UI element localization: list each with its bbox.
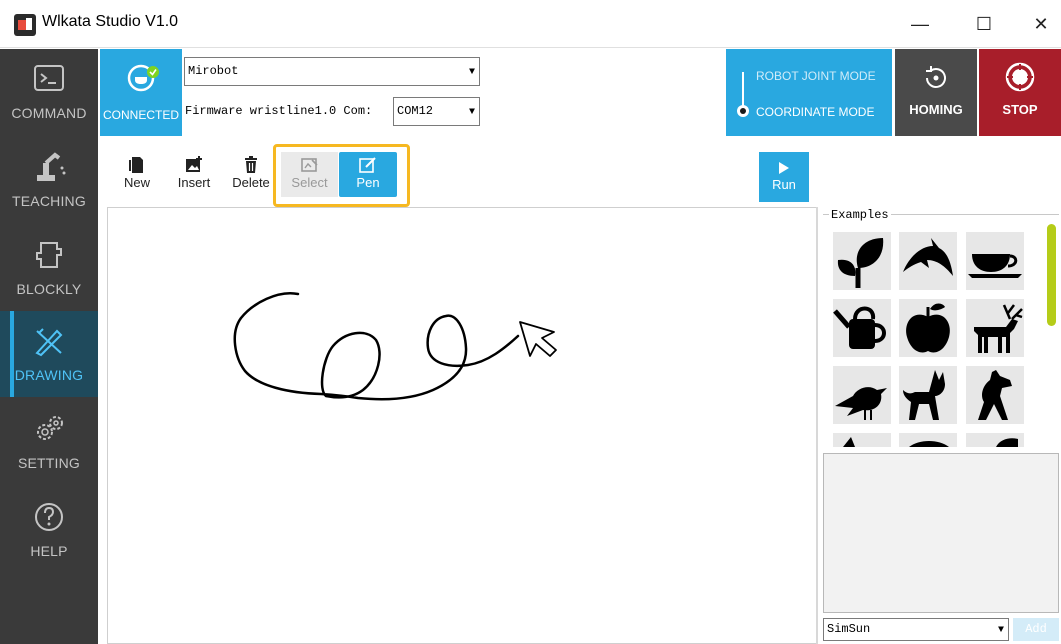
chevron-down-icon: ▼: [468, 107, 475, 118]
example-watering-can[interactable]: [833, 299, 891, 357]
robot-arm-icon: [37, 152, 66, 181]
example-leaf[interactable]: [833, 232, 891, 290]
example-cat[interactable]: [899, 366, 957, 424]
examples-scrollbar-thumb[interactable]: [1047, 224, 1056, 326]
example-teacup[interactable]: [966, 232, 1024, 290]
connect-button[interactable]: CONNECTED: [100, 49, 182, 136]
sidebar-item-drawing[interactable]: DRAWING: [0, 311, 98, 397]
sidebar: COMMAND TEACHING BLOCKLY DRAWING SETTING…: [0, 49, 98, 644]
insert-label: Insert: [177, 175, 211, 190]
dog-icon: [978, 370, 1012, 420]
plug-connected-icon: [127, 64, 159, 92]
sidebar-item-blockly[interactable]: BLOCKLY: [0, 225, 98, 311]
font-select-value: SimSun: [827, 622, 871, 636]
close-button[interactable]: ✕: [1021, 10, 1061, 38]
example-dog[interactable]: [966, 366, 1024, 424]
help-icon: [35, 503, 63, 531]
gears-icon: [37, 416, 63, 440]
chevron-down-icon: ▼: [997, 625, 1004, 636]
sidebar-label-teaching: TEACHING: [12, 193, 86, 209]
example-bird[interactable]: [833, 366, 891, 424]
run-label: Run: [772, 177, 796, 192]
partial-shape-icon: [996, 438, 1018, 447]
example-partial-3[interactable]: [966, 433, 1024, 447]
new-button[interactable]: New: [114, 156, 160, 196]
panel-divider[interactable]: [816, 207, 818, 644]
examples-title: Examples: [829, 208, 891, 222]
com-port-value: COM12: [397, 104, 434, 118]
preview-panel: [823, 453, 1059, 613]
maximize-button[interactable]: ☐: [964, 10, 1004, 38]
trash-icon: [245, 156, 257, 173]
title-bar: Wlkata Studio V1.0 — ☐ ✕: [0, 0, 1061, 48]
homing-button[interactable]: HOMING: [895, 49, 977, 136]
app-logo-icon: [14, 14, 36, 36]
mode-switch[interactable]: ROBOT JOINT MODE COORDINATE MODE: [726, 49, 892, 136]
add-button[interactable]: Add: [1013, 618, 1059, 641]
delete-button[interactable]: Delete: [228, 156, 274, 196]
sidebar-label-setting: SETTING: [17, 455, 81, 471]
tool-highlight-frame: [273, 144, 410, 207]
sidebar-label-help: HELP: [30, 543, 68, 559]
play-icon: [779, 162, 789, 174]
insert-button[interactable]: Insert: [171, 156, 217, 196]
mode-switch-track: [742, 72, 744, 108]
partial-shape-icon: [909, 441, 949, 447]
new-label: New: [123, 175, 150, 190]
insert-image-icon: [186, 156, 202, 172]
font-select[interactable]: SimSun ▼: [823, 618, 1009, 641]
device-select-value: Mirobot: [188, 64, 239, 78]
example-partial-1[interactable]: [833, 433, 891, 447]
example-deer[interactable]: [966, 299, 1024, 357]
sidebar-label-blockly: BLOCKLY: [16, 281, 82, 297]
sidebar-item-command[interactable]: COMMAND: [0, 49, 98, 135]
window-title: Wlkata Studio V1.0: [42, 13, 179, 30]
cat-icon: [903, 370, 945, 420]
minimize-button[interactable]: —: [900, 10, 940, 38]
sidebar-item-teaching[interactable]: TEACHING: [0, 137, 98, 223]
chevron-down-icon: ▼: [468, 67, 475, 78]
coordinate-mode-option[interactable]: COORDINATE MODE: [756, 105, 874, 119]
dolphin-icon: [903, 238, 953, 276]
emergency-stop-icon: [1005, 62, 1035, 92]
joint-mode-option[interactable]: ROBOT JOINT MODE: [756, 69, 876, 83]
puzzle-icon: [36, 242, 62, 268]
example-apple[interactable]: [899, 299, 957, 357]
leaf-icon: [837, 238, 884, 288]
homing-label: HOMING: [909, 102, 963, 117]
sidebar-item-help[interactable]: HELP: [0, 487, 98, 573]
drawn-stroke: [233, 292, 520, 401]
sidebar-label-command: COMMAND: [11, 105, 87, 121]
example-dolphin[interactable]: [899, 232, 957, 290]
stop-button[interactable]: STOP: [979, 49, 1061, 136]
mode-switch-knob[interactable]: [737, 105, 749, 117]
bird-icon: [835, 387, 887, 420]
delete-label: Delete: [232, 175, 270, 190]
watering-can-icon: [833, 306, 886, 349]
run-button[interactable]: Run: [759, 152, 809, 202]
partial-shape-icon: [843, 437, 855, 447]
homing-icon: [926, 66, 946, 88]
device-select[interactable]: Mirobot ▼: [184, 57, 480, 86]
example-partial-2[interactable]: [899, 433, 957, 447]
drawing-canvas[interactable]: [107, 207, 816, 644]
apple-icon: [906, 303, 950, 353]
terminal-icon: [34, 65, 64, 91]
firmware-label: Firmware wristline1.0 Com:: [185, 104, 373, 118]
cursor-arrow-icon: [519, 321, 557, 357]
sidebar-label-drawing: DRAWING: [14, 367, 84, 383]
examples-next-row: [833, 433, 1038, 447]
drawing-pen-icon: [35, 328, 63, 357]
connection-status-label: CONNECTED: [102, 108, 179, 122]
sidebar-item-setting[interactable]: SETTING: [0, 399, 98, 485]
deer-icon: [974, 304, 1023, 353]
com-port-select[interactable]: COM12 ▼: [393, 97, 480, 126]
new-file-icon: [129, 157, 143, 173]
teacup-icon: [968, 254, 1022, 278]
stop-label: STOP: [1002, 102, 1038, 117]
